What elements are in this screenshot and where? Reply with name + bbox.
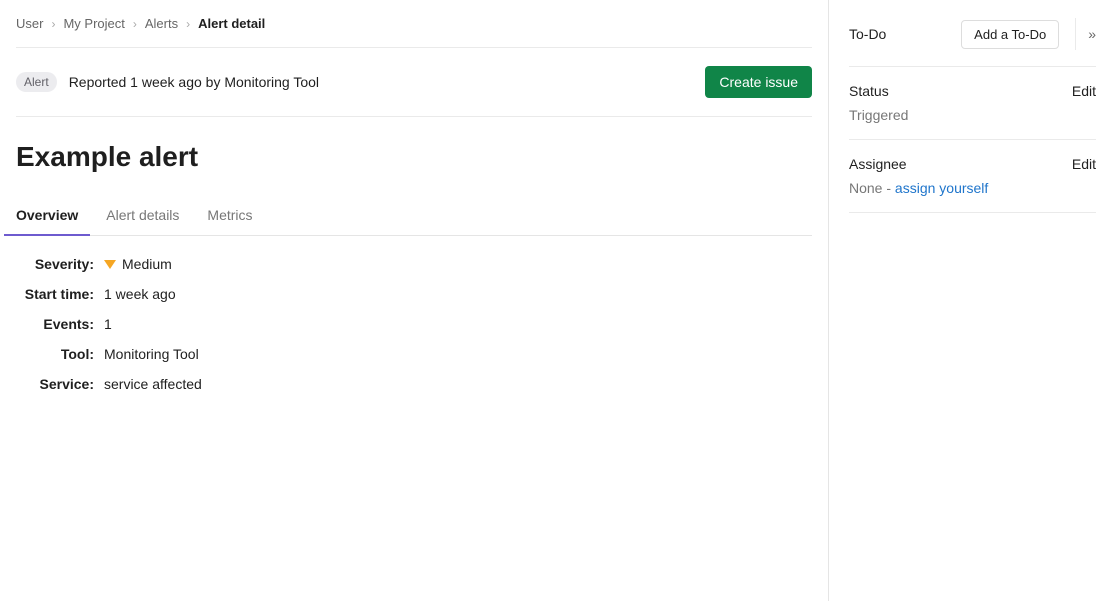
severity-value: Medium (104, 256, 172, 272)
field-service: Service: service affected (16, 376, 812, 392)
create-issue-button[interactable]: Create issue (705, 66, 812, 98)
assignee-title: Assignee (849, 156, 907, 172)
alert-header-left: Alert Reported 1 week ago by Monitoring … (16, 72, 319, 92)
tabs: Overview Alert details Metrics (16, 197, 812, 236)
assignee-edit-button[interactable]: Edit (1072, 156, 1096, 172)
field-severity: Severity: Medium (16, 256, 812, 272)
events-value: 1 (104, 316, 112, 332)
breadcrumb: User › My Project › Alerts › Alert detai… (16, 16, 812, 48)
tool-value: Monitoring Tool (104, 346, 199, 362)
main-content: User › My Project › Alerts › Alert detai… (0, 0, 828, 601)
sidebar-todo: To-Do Add a To-Do » (849, 16, 1096, 67)
assign-yourself-link[interactable]: assign yourself (895, 180, 988, 196)
field-events: Events: 1 (16, 316, 812, 332)
severity-text: Medium (122, 256, 172, 272)
alert-title: Example alert (16, 141, 812, 173)
breadcrumb-current: Alert detail (198, 16, 265, 31)
events-label: Events: (16, 316, 104, 332)
severity-medium-icon (104, 260, 116, 269)
alert-header: Alert Reported 1 week ago by Monitoring … (16, 48, 812, 117)
start-time-value: 1 week ago (104, 286, 176, 302)
sidebar-status: Status Edit Triggered (849, 67, 1096, 140)
collapse-sidebar-icon[interactable]: » (1088, 26, 1096, 42)
chevron-right-icon: › (51, 17, 55, 31)
service-label: Service: (16, 376, 104, 392)
breadcrumb-user[interactable]: User (16, 16, 43, 31)
severity-label: Severity: (16, 256, 104, 272)
tab-overview[interactable]: Overview (16, 197, 78, 235)
status-title: Status (849, 83, 889, 99)
chevron-right-icon: › (186, 17, 190, 31)
assignee-none: None - (849, 180, 895, 196)
field-start-time: Start time: 1 week ago (16, 286, 812, 302)
breadcrumb-alerts[interactable]: Alerts (145, 16, 178, 31)
sidebar-assignee: Assignee Edit None - assign yourself (849, 140, 1096, 213)
status-header: Status Edit (849, 83, 1096, 99)
service-value: service affected (104, 376, 202, 392)
tab-metrics[interactable]: Metrics (207, 197, 252, 235)
tool-label: Tool: (16, 346, 104, 362)
tab-alert-details[interactable]: Alert details (106, 197, 179, 235)
assignee-header: Assignee Edit (849, 156, 1096, 172)
todo-label: To-Do (849, 26, 949, 42)
start-time-label: Start time: (16, 286, 104, 302)
chevron-right-icon: › (133, 17, 137, 31)
alert-reported-meta: Reported 1 week ago by Monitoring Tool (69, 74, 319, 90)
assignee-value: None - assign yourself (849, 180, 1096, 196)
breadcrumb-project[interactable]: My Project (63, 16, 124, 31)
collapse-divider: » (1075, 18, 1096, 50)
add-todo-button[interactable]: Add a To-Do (961, 20, 1059, 49)
field-tool: Tool: Monitoring Tool (16, 346, 812, 362)
status-value: Triggered (849, 107, 1096, 123)
todo-row: To-Do Add a To-Do » (849, 18, 1096, 50)
alert-type-badge: Alert (16, 72, 57, 92)
sidebar: To-Do Add a To-Do » Status Edit Triggere… (828, 0, 1116, 601)
overview-fields: Severity: Medium Start time: 1 week ago … (16, 256, 812, 392)
status-edit-button[interactable]: Edit (1072, 83, 1096, 99)
